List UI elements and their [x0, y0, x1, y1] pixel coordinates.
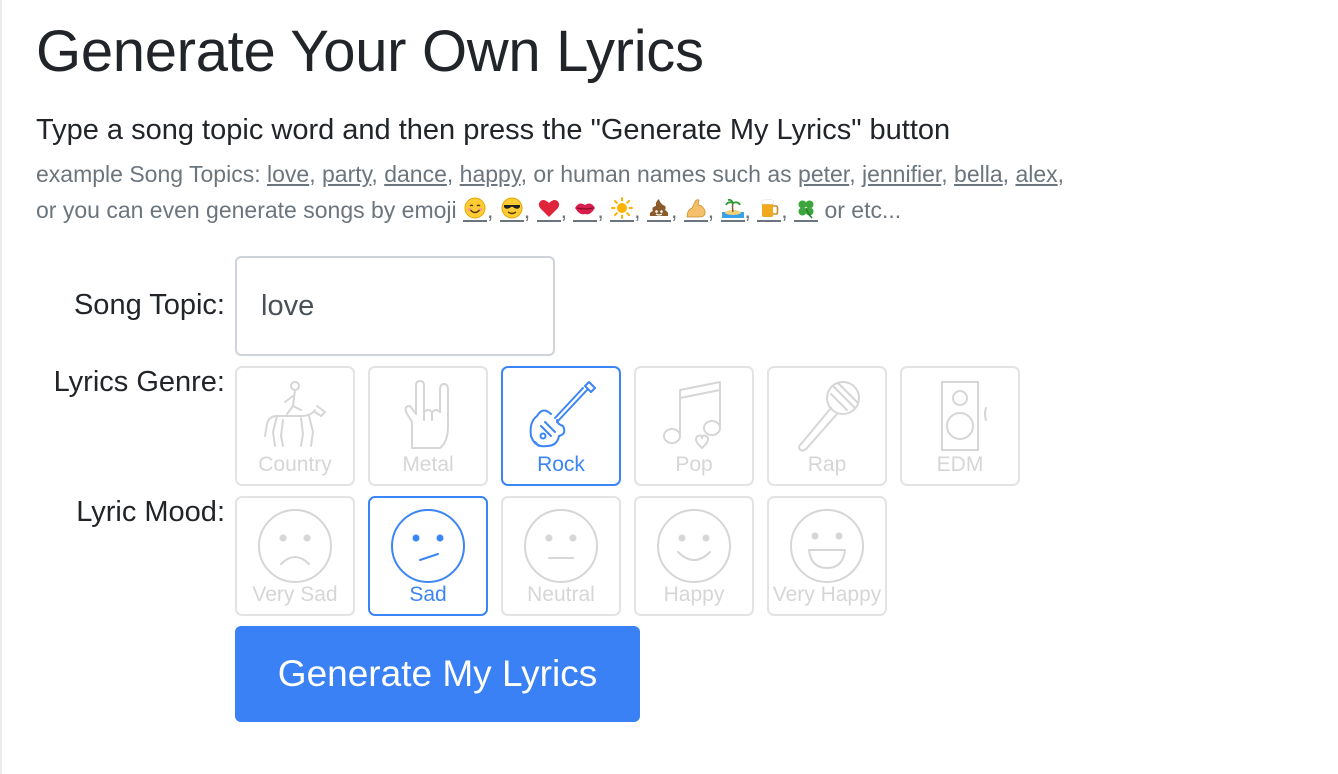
- example-name-peter[interactable]: peter: [798, 161, 849, 187]
- microphone-icon: [787, 376, 867, 456]
- electric-guitar-icon: [521, 376, 601, 456]
- instruction-text: Type a song topic word and then press th…: [36, 114, 951, 146]
- mood-option-very-sad[interactable]: Very Sad: [235, 496, 355, 616]
- sunglasses-face-icon[interactable]: [499, 196, 524, 222]
- mood-option-sad[interactable]: Sad: [368, 496, 488, 616]
- sun-icon[interactable]: [610, 196, 635, 222]
- mood-label-happy: Happy: [663, 583, 725, 606]
- mood-option-happy[interactable]: Happy: [634, 496, 754, 616]
- song-topic-input[interactable]: [235, 256, 555, 356]
- happy-face-icon: [654, 506, 734, 586]
- beer-mug-icon[interactable]: [757, 196, 782, 222]
- examples-prefix: example Song Topics:: [36, 161, 267, 187]
- emoji-intro: or you can even generate songs by emoji: [36, 197, 464, 223]
- example-line-2: or you can even generate songs by emoji …: [36, 196, 902, 223]
- poop-icon[interactable]: [646, 196, 671, 222]
- sad-face-icon: [388, 506, 468, 586]
- island-icon[interactable]: [720, 196, 745, 222]
- example-line-1: example Song Topics: love, party, dance,…: [36, 161, 1065, 187]
- genre-options: Country Metal Rock Pop Rap EDM: [235, 366, 1020, 486]
- example-topic-party[interactable]: party: [322, 161, 371, 187]
- mood-options: Very Sad Sad Neutral Happy Very Happy: [235, 496, 887, 616]
- example-topic-love[interactable]: love: [267, 161, 309, 187]
- page-title: Generate Your Own Lyrics: [36, 19, 704, 84]
- mood-label-very-happy: Very Happy: [772, 583, 882, 606]
- kiss-lips-icon[interactable]: [573, 196, 598, 222]
- genre-option-metal[interactable]: Metal: [368, 366, 488, 486]
- genre-label-country: Country: [258, 453, 332, 476]
- genre-option-edm[interactable]: EDM: [900, 366, 1020, 486]
- song-topic-label: Song Topic:: [73, 289, 225, 321]
- example-name-jennifier[interactable]: jennifier: [862, 161, 941, 187]
- genre-label-rap: Rap: [807, 453, 847, 476]
- lyric-mood-label: Lyric Mood:: [76, 496, 225, 528]
- genre-option-country[interactable]: Country: [235, 366, 355, 486]
- red-heart-icon[interactable]: [536, 196, 561, 222]
- genre-label-metal: Metal: [402, 453, 454, 476]
- rock-hand-icon: [388, 376, 468, 456]
- names-intro: or human names such as: [533, 161, 799, 187]
- genre-option-rock[interactable]: Rock: [501, 366, 621, 486]
- very-happy-face-icon: [787, 506, 867, 586]
- genre-option-rap[interactable]: Rap: [767, 366, 887, 486]
- mood-label-very-sad: Very Sad: [252, 583, 338, 606]
- example-topic-happy[interactable]: happy: [460, 161, 521, 187]
- genre-label-rock: Rock: [537, 453, 585, 476]
- very-sad-face-icon: [255, 506, 335, 586]
- lyrics-genre-label: Lyrics Genre:: [53, 366, 225, 398]
- speaker-icon: [920, 376, 1000, 456]
- mood-label-neutral: Neutral: [527, 583, 595, 606]
- flexed-arm-icon[interactable]: [683, 196, 708, 222]
- example-topics: example Song Topics: love, party, dance,…: [36, 156, 1306, 228]
- genre-label-pop: Pop: [675, 453, 713, 476]
- mood-option-very-happy[interactable]: Very Happy: [767, 496, 887, 616]
- music-note-icon: [654, 376, 734, 456]
- example-name-bella[interactable]: bella: [954, 161, 1003, 187]
- neutral-face-icon: [521, 506, 601, 586]
- genre-label-edm: EDM: [936, 453, 984, 476]
- example-name-alex[interactable]: alex: [1015, 161, 1057, 187]
- mood-label-sad: Sad: [409, 583, 447, 606]
- smiling-face-icon[interactable]: [463, 196, 488, 222]
- four-leaf-clover-icon[interactable]: [794, 196, 819, 222]
- examples-suffix: or etc...: [818, 197, 902, 223]
- example-topic-dance[interactable]: dance: [384, 161, 447, 187]
- genre-option-pop[interactable]: Pop: [634, 366, 754, 486]
- generate-lyrics-button[interactable]: Generate My Lyrics: [235, 626, 640, 722]
- mood-option-neutral[interactable]: Neutral: [501, 496, 621, 616]
- page: Generate Your Own Lyrics Type a song top…: [0, 0, 1338, 774]
- horse-rider-icon: [255, 376, 335, 456]
